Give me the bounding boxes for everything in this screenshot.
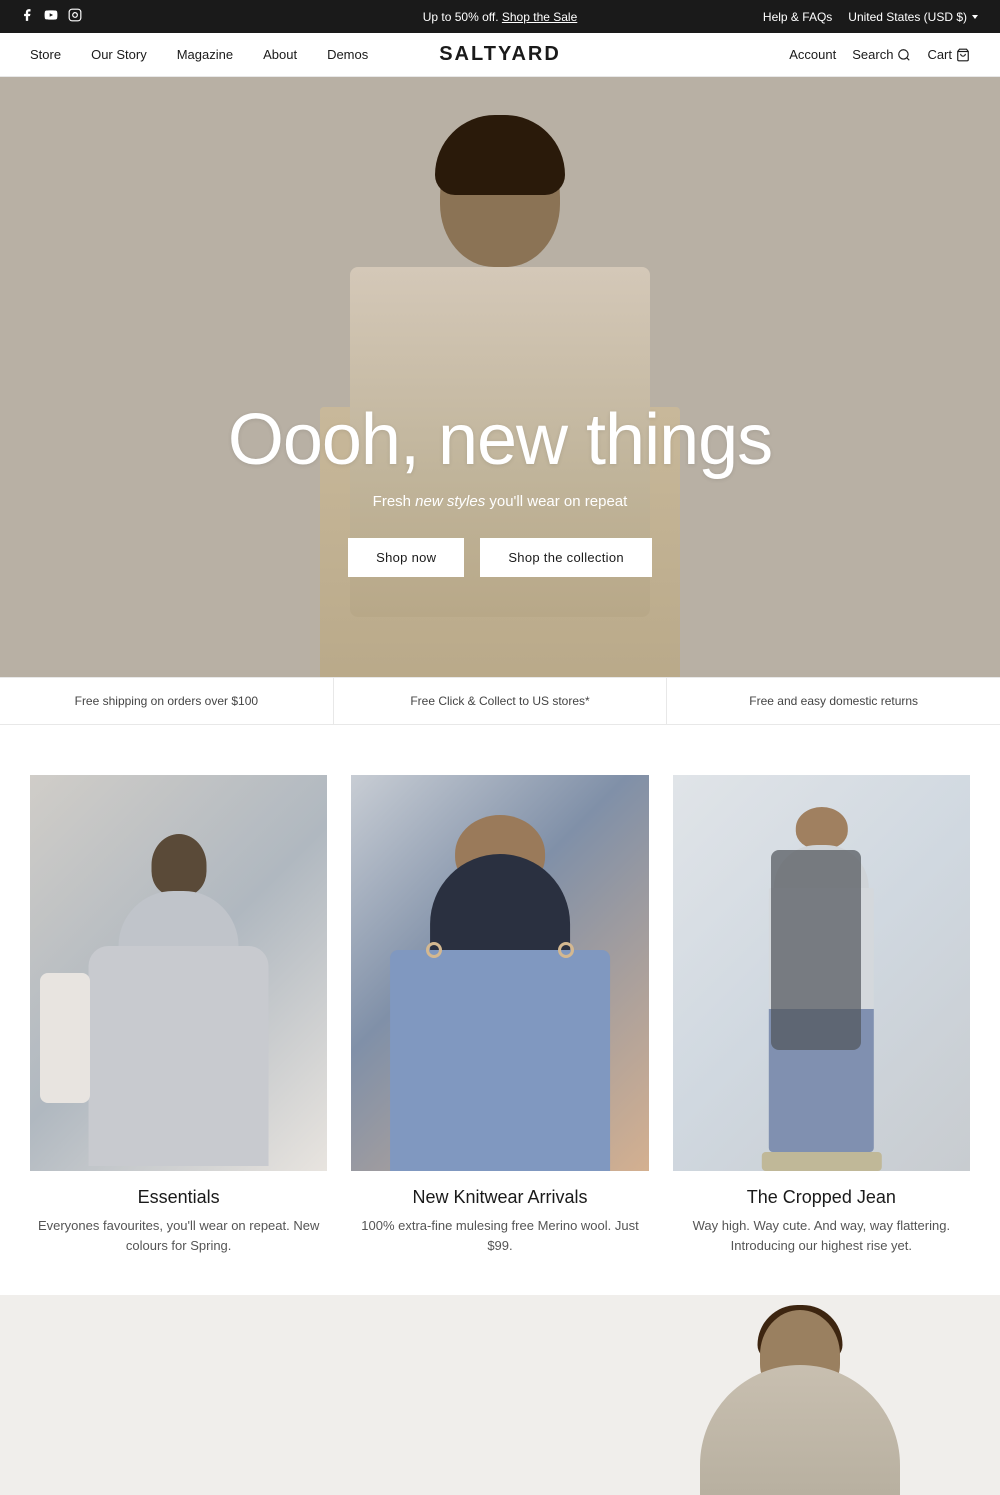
nav-demos[interactable]: Demos [327,47,368,62]
product-desc-knitwear: 100% extra-fine mulesing free Merino woo… [351,1216,648,1255]
benefit-returns: Free and easy domestic returns [667,678,1000,724]
nav-magazine[interactable]: Magazine [177,47,233,62]
nav-our-story[interactable]: Our Story [91,47,147,62]
benefit-shipping: Free shipping on orders over $100 [0,678,334,724]
help-faq-link[interactable]: Help & FAQs [763,10,832,24]
hero-content: Oooh, new things Fresh new styles you'll… [228,399,772,577]
product-image-knitwear [351,775,648,1171]
hero-section: Oooh, new things Fresh new styles you'll… [0,77,1000,677]
hero-buttons: Shop now Shop the collection [228,538,772,577]
bottom-teaser [0,1295,1000,1495]
shop-collection-button[interactable]: Shop the collection [480,538,652,577]
hero-subtitle: Fresh new styles you'll wear on repeat [228,493,772,510]
nav-right: Account Search Cart [789,47,970,62]
youtube-icon[interactable] [44,8,58,25]
bottom-figure [680,1300,920,1495]
cart-icon [956,48,970,62]
nav-about[interactable]: About [263,47,297,62]
chevron-down-icon [970,12,980,22]
announcement-bar: Up to 50% off. Shop the Sale Help & FAQs… [0,0,1000,33]
promo-text: Up to 50% off. Shop the Sale [423,10,578,24]
site-logo[interactable]: SALTYARD [439,43,561,66]
account-link[interactable]: Account [789,47,836,62]
header-utility-links: Help & FAQs United States (USD $) [763,10,980,24]
main-header: Store Our Story Magazine About Demos SAL… [0,33,1000,77]
product-image-cropped-jean [673,775,970,1171]
hero-background-image [0,77,1000,677]
product-card-essentials[interactable]: Essentials Everyones favourites, you'll … [30,775,327,1255]
cart-link[interactable]: Cart [927,47,970,62]
product-title-knitwear: New Knitwear Arrivals [351,1187,648,1208]
region-selector[interactable]: United States (USD $) [848,10,980,24]
nav-left: Store Our Story Magazine About Demos [30,47,368,62]
instagram-icon[interactable] [68,8,82,25]
nav-store[interactable]: Store [30,47,61,62]
product-image-essentials [30,775,327,1171]
promo-link[interactable]: Shop the Sale [502,10,577,24]
benefit-click-collect: Free Click & Collect to US stores* [334,678,668,724]
product-desc-cropped-jean: Way high. Way cute. And way, way flatter… [673,1216,970,1255]
hero-title: Oooh, new things [228,399,772,481]
product-desc-essentials: Everyones favourites, you'll wear on rep… [30,1216,327,1255]
product-grid: Essentials Everyones favourites, you'll … [30,775,970,1255]
product-card-knitwear[interactable]: New Knitwear Arrivals 100% extra-fine mu… [351,775,648,1255]
product-title-cropped-jean: The Cropped Jean [673,1187,970,1208]
benefits-bar: Free shipping on orders over $100 Free C… [0,677,1000,725]
facebook-icon[interactable] [20,8,34,25]
product-title-essentials: Essentials [30,1187,327,1208]
product-card-cropped-jean[interactable]: The Cropped Jean Way high. Way cute. And… [673,775,970,1255]
search-icon [897,48,911,62]
social-icons [20,8,82,25]
shop-now-button[interactable]: Shop now [348,538,464,577]
search-link[interactable]: Search [852,47,911,62]
product-section: Essentials Everyones favourites, you'll … [0,725,1000,1295]
